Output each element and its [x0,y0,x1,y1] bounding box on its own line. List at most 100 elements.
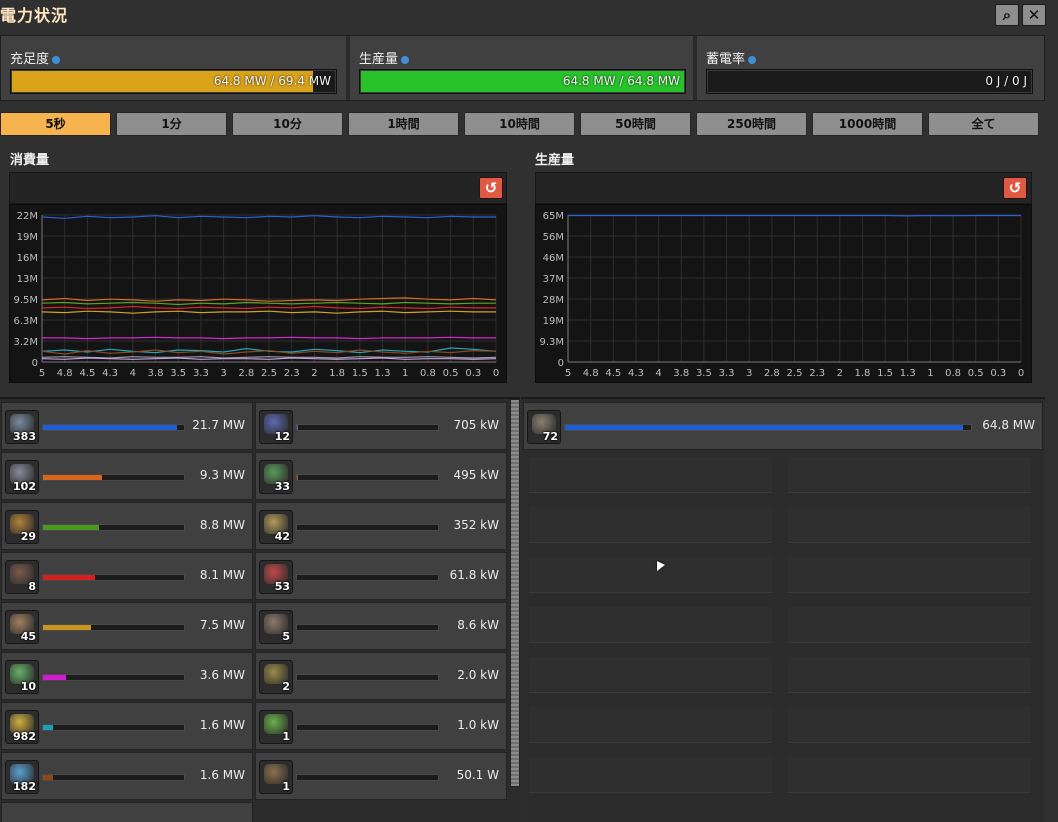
tab-time-0[interactable]: 5秒 [0,112,111,136]
list-item[interactable]: 29 8.8 MW [1,502,253,550]
steam-engine-icon: 72 [527,410,561,444]
empty-slot [529,607,772,643]
x-tick-label: 1.8 [854,368,870,379]
x-tick-label: 4.8 [57,368,73,379]
list-item[interactable] [1,802,253,822]
production-list[interactable]: 72 64.8 MW [521,397,1045,822]
entity-count: 182 [13,780,36,793]
reset-icon[interactable]: ↺ [1003,177,1027,199]
reset-icon[interactable]: ↺ [479,177,503,199]
tab-time-5[interactable]: 50時間 [580,112,691,136]
entity-count: 12 [274,430,290,443]
satisfaction-label: 充足度 [10,52,50,67]
usage-bar [296,424,439,431]
entity-count: 29 [20,530,36,543]
x-tick-label: 0.3 [990,368,1006,379]
long-inserter-icon: 1 [259,710,293,744]
tab-time-8[interactable]: 全て [928,112,1039,136]
centrifuge-icon: 45 [5,610,39,644]
power-value: 7.5 MW [199,618,245,632]
entity-count: 102 [13,480,36,493]
usage-bar [296,574,439,581]
empty-slot [788,757,1031,793]
tab-time-6[interactable]: 250時間 [696,112,807,136]
power-value: 8.8 MW [199,518,245,532]
power-value: 61.8 kW [449,568,499,582]
x-tick-label: 4.8 [583,368,599,379]
close-icon[interactable]: ✕ [1022,4,1046,26]
entity-count: 5 [282,630,290,643]
production-panel: 生産量 ↺ 65M 56M 46M 37M 28M 19M 9.3M 0 5 4.8 4.5 4.3 4… [521,140,1045,397]
usage-bar-fill [43,425,177,430]
power-value: 64.8 MW [982,418,1035,432]
info-icon[interactable] [748,55,757,64]
entity-count: 72 [542,430,558,443]
usage-bar-fill [43,525,100,530]
list-item[interactable]: 8 8.1 MW [1,552,253,600]
entity-count: 1 [282,730,290,743]
list-item[interactable]: 72 64.8 MW [523,402,1043,450]
list-item[interactable]: 10 3.6 MW [1,652,253,700]
x-tick-label: 1.5 [352,368,368,379]
x-tick-label: 4.5 [79,368,95,379]
search-icon[interactable]: ⌕ [995,4,1019,26]
tab-time-1[interactable]: 1分 [116,112,227,136]
production-chart: 65M 56M 46M 37M 28M 19M 9.3M 0 5 4.8 4.5 4.3 4 3.8 3.5… [535,204,1032,383]
lab-icon: 12 [259,410,293,444]
entity-count: 42 [274,530,290,543]
x-tick-label: 0.8 [945,368,961,379]
tab-time-2[interactable]: 10分 [232,112,343,136]
entity-count: 10 [20,680,36,693]
y-tick-label: 28M [543,295,564,306]
tab-time-4[interactable]: 10時間 [464,112,575,136]
list-item[interactable]: 102 9.3 MW [1,452,253,500]
pumpjack-icon: 33 [259,460,293,494]
x-tick-label: 3.3 [193,368,209,379]
fast-inserter-icon: 982 [5,710,39,744]
consumption-list[interactable]: 383 21.7 MW 12 705 kW 102 9.3 MW 33 495 kW 29 8.8… [0,397,520,822]
empty-slot [529,757,772,793]
list-item[interactable]: 2 2.0 kW [255,652,507,700]
tab-time-3[interactable]: 1時間 [348,112,459,136]
power-value: 705 kW [453,418,499,432]
usage-bar-fill [565,425,963,430]
power-value: 352 kW [453,518,499,532]
consumption-title: 消費量 [10,153,50,168]
x-tick-label: 2.5 [261,368,277,379]
list-item[interactable]: 12 705 kW [255,402,507,450]
x-tick-label: 0.3 [465,368,481,379]
info-icon[interactable] [52,55,61,64]
list-item[interactable]: 5 8.6 kW [255,602,507,650]
consumption-scrollbar[interactable] [510,399,520,787]
entity-count: 1 [282,780,290,793]
empty-slot [529,507,772,543]
entity-count: 982 [13,730,36,743]
list-item[interactable]: 182 1.6 MW [1,752,253,800]
accumulator-gauge: 蓄電率 0 J / 0 J [697,36,1044,100]
empty-slot [788,457,1031,493]
list-item[interactable]: 1 50.1 W [255,752,507,800]
list-item[interactable]: 33 495 kW [255,452,507,500]
info-icon[interactable] [401,55,410,64]
satisfaction-value: 64.8 MW / 69.4 MW [213,74,331,88]
x-tick-label: 2.3 [284,368,300,379]
power-value: 1.6 MW [199,768,245,782]
list-item[interactable]: 42 352 kW [255,502,507,550]
usage-bar [296,474,439,481]
list-item[interactable]: 53 61.8 kW [255,552,507,600]
list-item[interactable]: 383 21.7 MW [1,402,253,450]
empty-slot [529,457,772,493]
series-line-5 [42,336,496,340]
list-item[interactable]: 45 7.5 MW [1,602,253,650]
oil-refinery-icon: 8 [5,560,39,594]
power-value: 21.7 MW [192,418,245,432]
y-tick-label: 6.3M [13,316,38,327]
tab-time-7[interactable]: 1000時間 [812,112,923,136]
usage-bar-fill [43,675,66,680]
list-item[interactable]: 982 1.6 MW [1,702,253,750]
y-tick-label: 19M [543,316,564,327]
satisfaction-gauge: 充足度 64.8 MW / 69.4 MW [1,36,346,100]
usage-bar [42,574,185,581]
consumption-chart-header: ↺ [9,172,507,204]
list-item[interactable]: 1 1.0 kW [255,702,507,750]
